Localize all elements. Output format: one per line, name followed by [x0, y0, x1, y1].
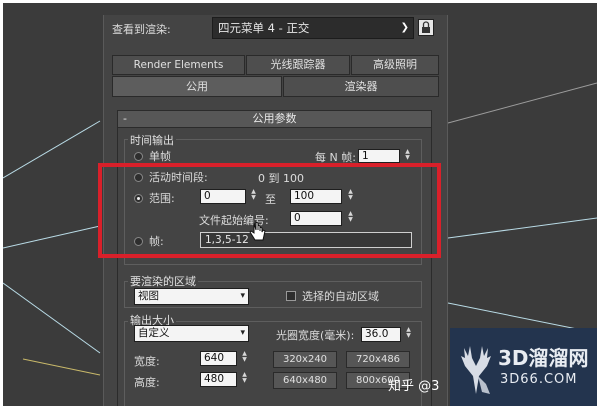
height-label: 高度: — [134, 376, 160, 389]
highlight-box — [98, 163, 441, 258]
single-frame-radio[interactable] — [134, 152, 143, 161]
auto-region-label: 选择的自动区域 — [302, 290, 379, 303]
chevron-down-icon: ▾ — [240, 328, 245, 338]
common-parameters-rollout: - 公用参数 时间输出 单帧 每 N 帧: 1 ▲ ▼ 活动时间段: 0 到 10… — [117, 110, 432, 406]
zhihu-watermark: 知乎 @3 — [388, 379, 440, 394]
time-output-title: 时间输出 — [128, 132, 176, 148]
every-n-input[interactable]: 1 — [358, 149, 400, 163]
brand-watermark: 3D溜溜网 3D66.COM — [450, 328, 597, 406]
output-preset-value: 自定义 — [138, 327, 170, 339]
view-to-render-value: 四元菜单 4 - 正交 — [218, 21, 310, 35]
aperture-spinner[interactable]: ▲ ▼ — [404, 327, 413, 342]
chevron-down-icon: ❯ — [400, 22, 409, 33]
chevron-down-icon: ▾ — [240, 291, 245, 301]
tab-advanced-lighting[interactable]: 高级照明 — [351, 55, 439, 75]
auto-region-checkbox[interactable] — [286, 291, 296, 301]
lock-icon — [422, 21, 430, 33]
brand-name: 3D溜溜网 — [498, 346, 589, 370]
preset-640x480-button[interactable]: 640x480 — [273, 372, 337, 389]
width-spinner[interactable]: ▲ ▼ — [240, 351, 249, 366]
single-frame-label: 单帧 — [149, 150, 171, 163]
view-to-render-select[interactable]: 四元菜单 4 - 正交 ❯ — [212, 17, 414, 39]
area-title: 要渲染的区域 — [128, 273, 198, 289]
preset-320x240-button[interactable]: 320x240 — [273, 351, 337, 368]
every-n-spinner[interactable]: ▲ ▼ — [403, 149, 412, 164]
height-spinner[interactable]: ▲ ▼ — [240, 372, 249, 387]
collapse-icon: - — [123, 112, 127, 125]
brand-url: 3D66.COM — [500, 372, 578, 387]
height-input[interactable]: 480 — [200, 372, 237, 387]
width-label: 宽度: — [134, 355, 160, 368]
lock-button[interactable] — [418, 19, 434, 36]
output-preset-select[interactable]: 自定义 ▾ — [134, 325, 249, 342]
area-select[interactable]: 视图 ▾ — [134, 288, 249, 305]
tab-raytracer[interactable]: 光线跟踪器 — [246, 55, 350, 75]
deer-logo-icon — [461, 346, 491, 394]
width-input[interactable]: 640 — [200, 351, 237, 366]
aperture-input[interactable]: 36.0 — [361, 327, 401, 342]
tab-renderer[interactable]: 渲染器 — [283, 76, 439, 97]
preset-720x486-button[interactable]: 720x486 — [346, 351, 410, 368]
view-to-render-label: 查看到渲染: — [112, 23, 171, 36]
rollout-title: 公用参数 — [252, 112, 297, 125]
screenshot-frame: 查看到渲染: 四元菜单 4 - 正交 ❯ Render Elements 光线跟… — [3, 3, 597, 406]
tab-render-elements[interactable]: Render Elements — [112, 55, 245, 75]
rollout-header[interactable]: - 公用参数 — [118, 111, 431, 128]
area-select-value: 视图 — [138, 290, 159, 302]
tab-common[interactable]: 公用 — [112, 76, 282, 97]
aperture-label: 光圈宽度(毫米): — [276, 329, 355, 342]
